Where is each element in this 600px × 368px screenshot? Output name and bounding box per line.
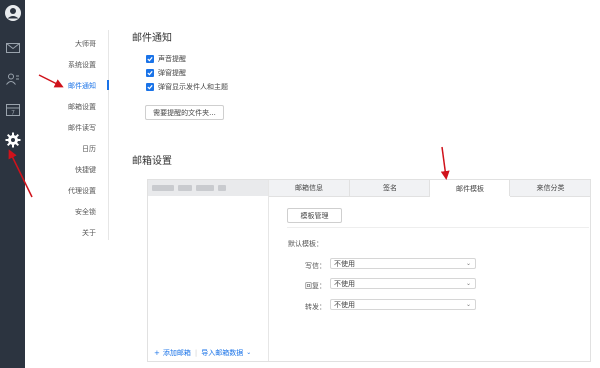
nav-item-security-lock[interactable]: 安全锁 xyxy=(75,207,96,217)
chevron-down-icon: ⌄ xyxy=(465,301,471,308)
compose-template-select[interactable]: 不使用 ⌄ xyxy=(330,258,476,269)
chevron-down-icon[interactable]: ⌄ xyxy=(246,349,251,356)
popup-sender-subject-label: 弹窗显示发件人和主题 xyxy=(158,83,228,91)
checkbox-checked-icon xyxy=(146,55,154,63)
sound-alert-checkbox[interactable]: 声音提醒 xyxy=(146,54,186,64)
checkbox-checked-icon xyxy=(146,69,154,77)
calendar-icon[interactable]: 7 xyxy=(3,100,22,119)
reply-template-value: 不使用 xyxy=(334,279,355,288)
compose-template-label: 写信： xyxy=(305,262,326,270)
sound-alert-label: 声音提醒 xyxy=(158,55,186,63)
arrow-to-template-tab xyxy=(440,146,450,180)
gear-icon[interactable] xyxy=(3,130,22,149)
divider: | xyxy=(194,348,198,357)
chevron-down-icon: ⌄ xyxy=(465,260,471,267)
blurred-account-name xyxy=(178,185,192,191)
mailbox-tabs: 邮箱信息 签名 邮件模板 来信分类 xyxy=(269,180,590,197)
nav-item-mailbox[interactable]: 邮箱设置 xyxy=(68,102,96,112)
popup-alert-label: 弹窗提醒 xyxy=(158,69,186,77)
active-nav-marker xyxy=(107,80,109,90)
notify-section-title: 邮件通知 xyxy=(132,33,172,44)
blurred-account-name xyxy=(152,185,174,191)
alert-folders-button[interactable]: 需要提醒的文件夹... xyxy=(145,105,224,120)
popup-alert-checkbox[interactable]: 弹窗提醒 xyxy=(146,68,186,78)
import-data-link[interactable]: 导入邮箱数据 xyxy=(201,348,243,358)
template-manage-button[interactable]: 模板管理 xyxy=(287,208,342,223)
compose-template-value: 不使用 xyxy=(334,259,355,268)
blurred-account-name xyxy=(196,185,214,191)
account-list-item[interactable] xyxy=(148,180,268,196)
nav-item-read-write[interactable]: 邮件读写 xyxy=(68,123,96,133)
account-actions: + 添加邮箱 | 导入邮箱数据 ⌄ xyxy=(148,344,268,361)
mailbox-section-title: 邮箱设置 xyxy=(132,156,172,167)
forward-template-select[interactable]: 不使用 ⌄ xyxy=(330,299,476,310)
blurred-account-name xyxy=(218,185,226,191)
tab-mail-template[interactable]: 邮件模板 xyxy=(429,180,510,197)
plus-icon[interactable]: + xyxy=(154,349,160,357)
popup-sender-subject-checkbox[interactable]: 弹窗显示发件人和主题 xyxy=(146,82,228,92)
nav-item-profile[interactable]: 大师哥 xyxy=(75,39,96,49)
reply-template-select[interactable]: 不使用 ⌄ xyxy=(330,278,476,289)
mail-icon[interactable] xyxy=(3,38,22,57)
chevron-down-icon: ⌄ xyxy=(465,280,471,287)
add-account-link[interactable]: 添加邮箱 xyxy=(163,348,191,358)
forward-template-label: 转发： xyxy=(305,303,326,311)
nav-item-system[interactable]: 系统设置 xyxy=(68,60,96,70)
default-template-label: 默认模板： xyxy=(288,240,323,248)
nav-item-calendar[interactable]: 日历 xyxy=(82,144,96,154)
nav-item-mail-notify[interactable]: 邮件通知 xyxy=(68,81,96,91)
mailbox-panel: + 添加邮箱 | 导入邮箱数据 ⌄ 邮箱信息 签名 邮件模板 来信分类 xyxy=(147,179,591,362)
icon-rail: 7 xyxy=(0,0,25,368)
forward-template-value: 不使用 xyxy=(334,300,355,309)
contacts-icon[interactable] xyxy=(3,69,22,88)
divider xyxy=(287,227,589,228)
settings-nav: 大师哥 系统设置 邮件通知 邮箱设置 邮件读写 日历 快捷键 代理设置 安全锁 … xyxy=(42,30,109,240)
account-list: + 添加邮箱 | 导入邮箱数据 ⌄ xyxy=(148,180,269,361)
reply-template-label: 回复： xyxy=(305,282,326,290)
nav-item-about[interactable]: 关于 xyxy=(82,228,96,238)
nav-item-proxy[interactable]: 代理设置 xyxy=(68,186,96,196)
avatar-icon[interactable] xyxy=(3,3,22,22)
tab-mailbox-info[interactable]: 邮箱信息 xyxy=(269,180,349,196)
nav-item-shortcuts[interactable]: 快捷键 xyxy=(75,165,96,175)
tab-signature[interactable]: 签名 xyxy=(349,180,430,196)
checkbox-checked-icon xyxy=(146,83,154,91)
tab-mail-category[interactable]: 来信分类 xyxy=(509,180,591,196)
svg-text:7: 7 xyxy=(11,109,15,116)
